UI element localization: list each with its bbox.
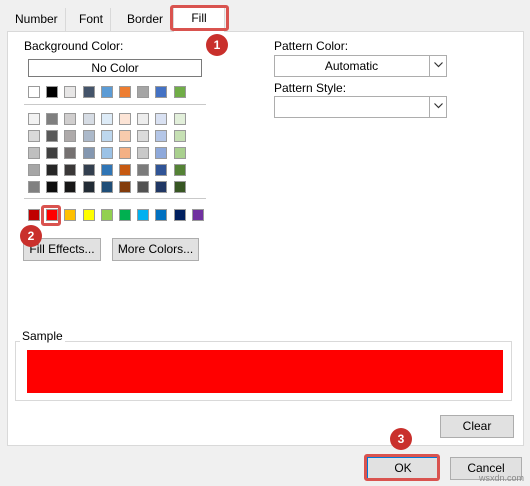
color-swatch[interactable] [28, 147, 40, 159]
tab-font[interactable]: Font [72, 8, 112, 32]
color-swatch[interactable] [101, 164, 113, 176]
no-color-button[interactable]: No Color [28, 59, 202, 77]
color-swatch[interactable] [64, 181, 76, 193]
color-swatch[interactable] [64, 113, 76, 125]
standard-color-swatch[interactable] [46, 209, 58, 221]
standard-color-swatch[interactable] [101, 209, 113, 221]
standard-color-swatch[interactable] [83, 209, 95, 221]
pattern-style-label: Pattern Style: [274, 81, 347, 95]
color-swatch[interactable] [83, 147, 95, 159]
standard-color-swatch[interactable] [137, 209, 149, 221]
color-swatch[interactable] [155, 113, 167, 125]
color-swatch[interactable] [28, 181, 40, 193]
clear-button[interactable]: Clear [440, 415, 514, 438]
pattern-color-label: Pattern Color: [274, 39, 349, 53]
color-swatch[interactable] [174, 164, 186, 176]
color-swatch[interactable] [137, 147, 149, 159]
color-swatch[interactable] [119, 86, 131, 98]
color-swatch[interactable] [137, 130, 149, 142]
color-swatch[interactable] [28, 164, 40, 176]
color-swatch[interactable] [46, 181, 58, 193]
ok-button[interactable]: OK [367, 457, 439, 480]
color-swatch[interactable] [101, 147, 113, 159]
standard-color-swatch[interactable] [28, 209, 40, 221]
color-swatch[interactable] [174, 181, 186, 193]
palette-divider [24, 198, 206, 199]
chevron-down-icon[interactable] [429, 56, 446, 76]
color-swatch[interactable] [83, 113, 95, 125]
color-swatch[interactable] [155, 181, 167, 193]
color-swatch[interactable] [174, 130, 186, 142]
color-swatch[interactable] [46, 147, 58, 159]
more-colors-button[interactable]: More Colors... [112, 238, 199, 261]
color-swatch[interactable] [155, 147, 167, 159]
color-swatch[interactable] [137, 164, 149, 176]
color-swatch[interactable] [119, 130, 131, 142]
step-marker-3: 3 [390, 428, 412, 450]
step-marker-1: 1 [206, 34, 228, 56]
pattern-color-value: Automatic [324, 59, 379, 73]
color-swatch[interactable] [46, 113, 58, 125]
color-swatch[interactable] [119, 164, 131, 176]
color-swatch[interactable] [101, 86, 113, 98]
standard-color-swatch[interactable] [64, 209, 76, 221]
color-swatch[interactable] [83, 86, 95, 98]
sample-label: Sample [20, 329, 65, 343]
standard-color-swatch[interactable] [155, 209, 167, 221]
standard-color-swatch[interactable] [192, 209, 204, 221]
color-swatch[interactable] [101, 113, 113, 125]
color-swatch[interactable] [119, 113, 131, 125]
tab-border[interactable]: Border [120, 8, 172, 32]
standard-color-swatch[interactable] [174, 209, 186, 221]
color-swatch[interactable] [83, 164, 95, 176]
palette-divider [24, 104, 206, 105]
color-swatch[interactable] [46, 164, 58, 176]
chevron-down-icon[interactable] [429, 97, 446, 117]
step-marker-2: 2 [20, 225, 42, 247]
tab-number[interactable]: Number [8, 8, 66, 32]
color-swatch[interactable] [101, 130, 113, 142]
color-swatch[interactable] [83, 181, 95, 193]
color-swatch[interactable] [101, 181, 113, 193]
background-color-label: Background Color: [24, 39, 124, 53]
color-swatch[interactable] [174, 113, 186, 125]
color-swatch[interactable] [137, 86, 149, 98]
watermark: wsxdn.com [478, 473, 524, 483]
color-swatch[interactable] [155, 164, 167, 176]
color-swatch[interactable] [174, 86, 186, 98]
pattern-style-dropdown[interactable] [274, 96, 447, 118]
color-swatch[interactable] [64, 164, 76, 176]
color-swatch[interactable] [64, 130, 76, 142]
color-swatch[interactable] [28, 130, 40, 142]
color-swatch[interactable] [46, 86, 58, 98]
color-swatch[interactable] [64, 147, 76, 159]
standard-color-swatch[interactable] [119, 209, 131, 221]
color-swatch[interactable] [119, 147, 131, 159]
color-swatch[interactable] [46, 130, 58, 142]
color-swatch[interactable] [83, 130, 95, 142]
tab-fill[interactable]: Fill [173, 6, 225, 32]
color-swatch[interactable] [28, 86, 40, 98]
color-swatch[interactable] [155, 86, 167, 98]
sample-preview [27, 350, 503, 393]
color-swatch[interactable] [119, 181, 131, 193]
color-swatch[interactable] [28, 113, 40, 125]
color-swatch[interactable] [137, 181, 149, 193]
color-swatch[interactable] [155, 130, 167, 142]
color-swatch[interactable] [174, 147, 186, 159]
color-swatch[interactable] [137, 113, 149, 125]
color-swatch[interactable] [64, 86, 76, 98]
pattern-color-dropdown[interactable]: Automatic [274, 55, 447, 77]
